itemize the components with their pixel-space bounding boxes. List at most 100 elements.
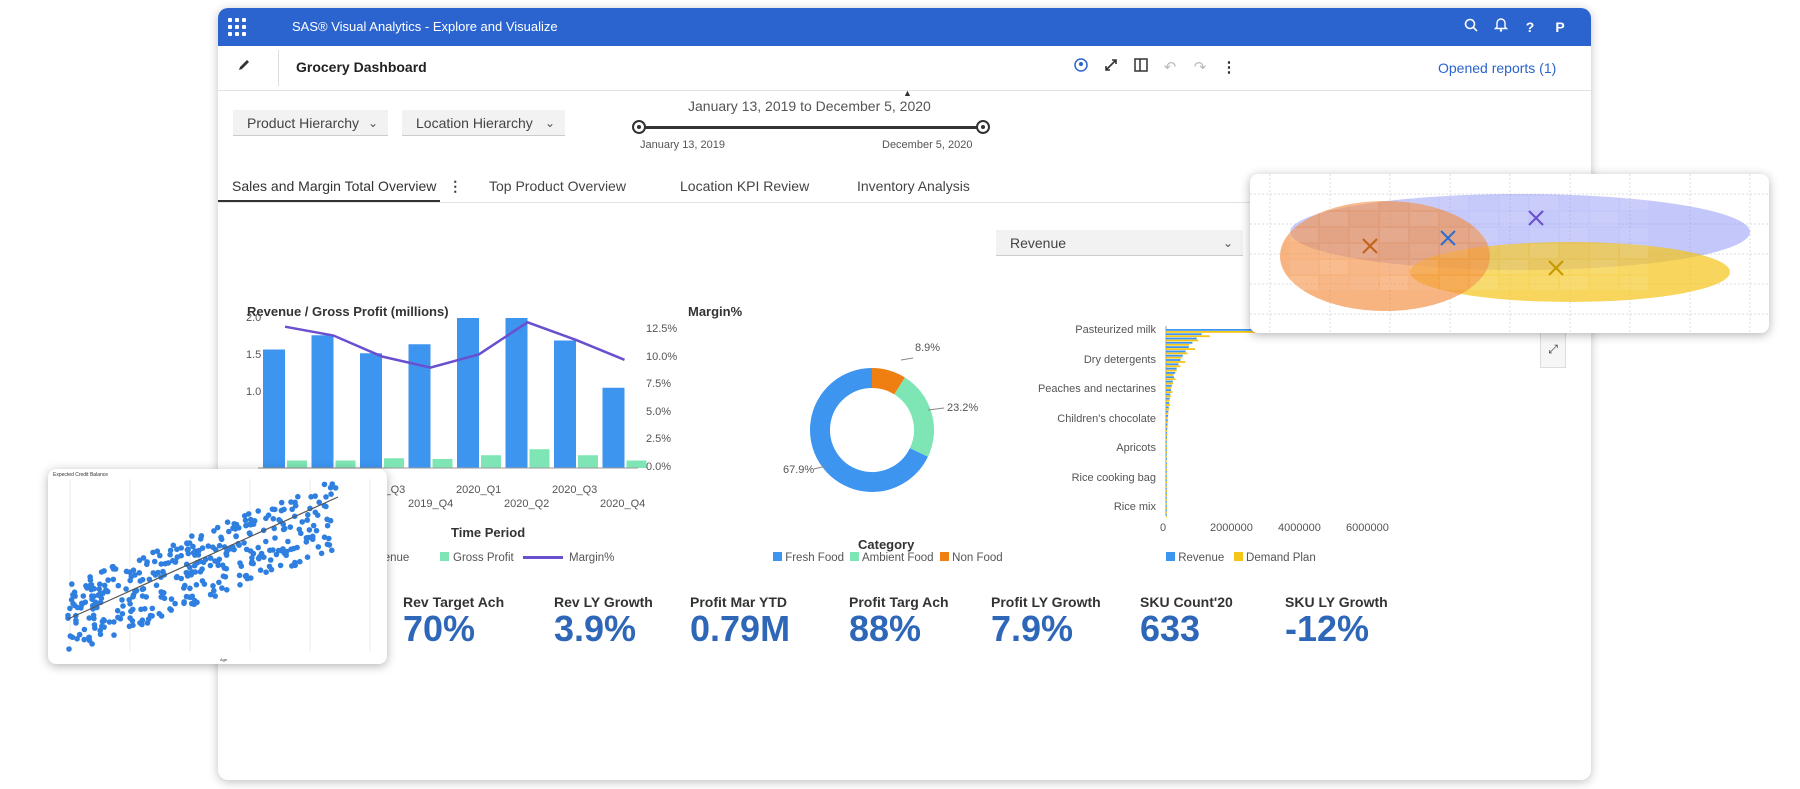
scatter-point — [270, 516, 277, 522]
revenue-bar — [1166, 380, 1173, 383]
hbar-category-label: Pasteurized milk — [1075, 324, 1156, 336]
heat-cell — [1470, 196, 1498, 210]
scatter-trendline — [67, 496, 339, 620]
heat-cell — [1380, 244, 1408, 258]
scatter-point — [318, 550, 325, 557]
demand-plan-bar — [1166, 348, 1196, 350]
heat-cell — [1290, 276, 1318, 290]
revenue-bar — [1166, 445, 1167, 447]
demand-plan-bar — [1166, 425, 1168, 428]
revenue-bar — [1166, 423, 1168, 426]
demand-plan-bar — [1166, 361, 1186, 363]
scatter-point — [181, 585, 187, 591]
scatter-point — [144, 561, 150, 568]
measure-select[interactable]: Revenue ⌄ — [996, 230, 1243, 256]
panel-icon[interactable] — [1130, 57, 1152, 79]
location-pin-icon[interactable] — [1070, 57, 1092, 79]
demand-plan-bar — [1166, 477, 1168, 479]
kpi-value: 70% — [403, 608, 476, 649]
heat-cell — [1500, 276, 1528, 290]
scatter-point — [287, 524, 294, 530]
redo-icon[interactable]: ↷ — [1189, 57, 1211, 79]
help-icon[interactable]: ? — [1520, 17, 1540, 37]
scatter-point — [323, 494, 329, 500]
scatter-point — [158, 613, 165, 619]
hbar-legend: Revenue Demand Plan — [1166, 552, 1316, 564]
scatter-point — [69, 581, 75, 587]
heat-cell — [1590, 228, 1618, 242]
scatter-point — [178, 545, 184, 551]
scatter-point — [161, 590, 167, 596]
scatter-point — [87, 577, 94, 583]
hbar-category-label: Peaches and nectarines — [1037, 383, 1156, 395]
scatter-point — [328, 491, 334, 497]
revenue-bar — [1166, 341, 1193, 344]
scatter-point — [167, 551, 173, 558]
heat-cell — [1470, 260, 1498, 274]
heat-cell — [1320, 212, 1348, 226]
demand-plan-bar — [1166, 515, 1167, 518]
demand-plan-bar — [1166, 507, 1168, 510]
scatter-point — [255, 544, 261, 551]
scatter-point — [155, 569, 161, 576]
scatter-point — [126, 623, 133, 630]
scatter-point — [285, 538, 291, 545]
scatter-point — [149, 613, 155, 619]
scatter-point — [267, 557, 274, 563]
scatter-point — [73, 617, 79, 624]
scatter-point — [273, 551, 280, 558]
hbar-x-tick: 4000000 — [1278, 522, 1321, 534]
more-vertical-icon[interactable]: ⋮ — [1218, 57, 1240, 79]
scatter-point — [243, 522, 249, 529]
scatter-point — [248, 575, 254, 581]
undo-icon[interactable]: ↶ — [1159, 57, 1181, 79]
demand-plan-bar — [1166, 399, 1170, 402]
scatter-point — [66, 646, 72, 652]
expand-icon[interactable] — [1100, 57, 1122, 79]
heat-cell — [1560, 228, 1588, 242]
donut-legend: Fresh Food Ambient Food Non Food — [773, 552, 1003, 564]
search-icon[interactable] — [1461, 17, 1481, 37]
demand-plan-bar — [1166, 374, 1174, 376]
scatter-point — [103, 587, 109, 593]
heat-cell — [1620, 260, 1648, 274]
bell-icon[interactable] — [1491, 17, 1511, 37]
scatter-point — [144, 620, 151, 626]
scatter-point — [288, 499, 294, 505]
combo-legend-margin: Margin% — [523, 552, 614, 564]
demand-plan-bar — [1166, 365, 1181, 368]
heat-cell — [1530, 196, 1558, 210]
scatter-point — [223, 552, 230, 558]
scatter-point — [98, 569, 105, 575]
scatter-point — [115, 582, 122, 589]
opened-reports-link[interactable]: Opened reports (1) — [1438, 60, 1556, 76]
scatter-point — [278, 499, 285, 506]
heat-cell — [1560, 244, 1588, 258]
heat-cell — [1440, 212, 1468, 226]
scatter-point — [101, 582, 108, 589]
scatter-point — [263, 569, 269, 575]
scatter-point — [201, 581, 208, 587]
heat-cell — [1380, 196, 1408, 210]
date-slider-end-handle[interactable] — [976, 120, 990, 134]
scatter-point — [248, 560, 255, 566]
heat-cell — [1500, 212, 1528, 226]
scatter-point — [221, 565, 228, 571]
hbar-category-label: Children's chocolate — [1057, 412, 1156, 425]
revenue-bar — [1166, 440, 1167, 443]
avatar[interactable]: P — [1550, 17, 1570, 37]
scatter-point — [312, 509, 319, 516]
maximize-icon[interactable]: ⤢ — [1541, 337, 1565, 361]
heat-cell — [1320, 260, 1348, 274]
scatter-point — [81, 626, 88, 633]
kpi-value: 88% — [849, 608, 922, 649]
scatter-point — [178, 552, 184, 559]
revenue-bar — [1166, 415, 1169, 417]
revenue-bar — [1166, 359, 1181, 361]
scatter-point — [172, 558, 179, 564]
hbar-x-tick: 2000000 — [1210, 522, 1253, 534]
scatter-point — [97, 590, 104, 596]
heat-cell — [1410, 228, 1438, 242]
heat-cell — [1500, 228, 1528, 242]
revenue-bar — [1166, 488, 1167, 490]
